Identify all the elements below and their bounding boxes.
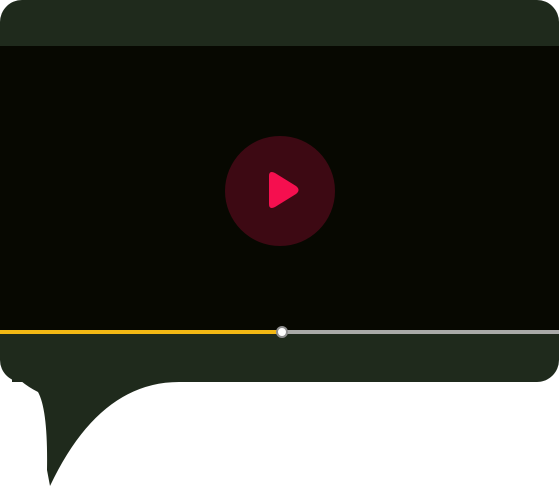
progress-bar[interactable] <box>0 326 559 338</box>
video-player-bubble <box>0 0 559 488</box>
progress-played <box>0 330 283 334</box>
progress-thumb[interactable] <box>276 326 289 338</box>
video-player <box>0 0 559 382</box>
play-button[interactable] <box>225 136 335 246</box>
play-icon <box>269 172 299 208</box>
